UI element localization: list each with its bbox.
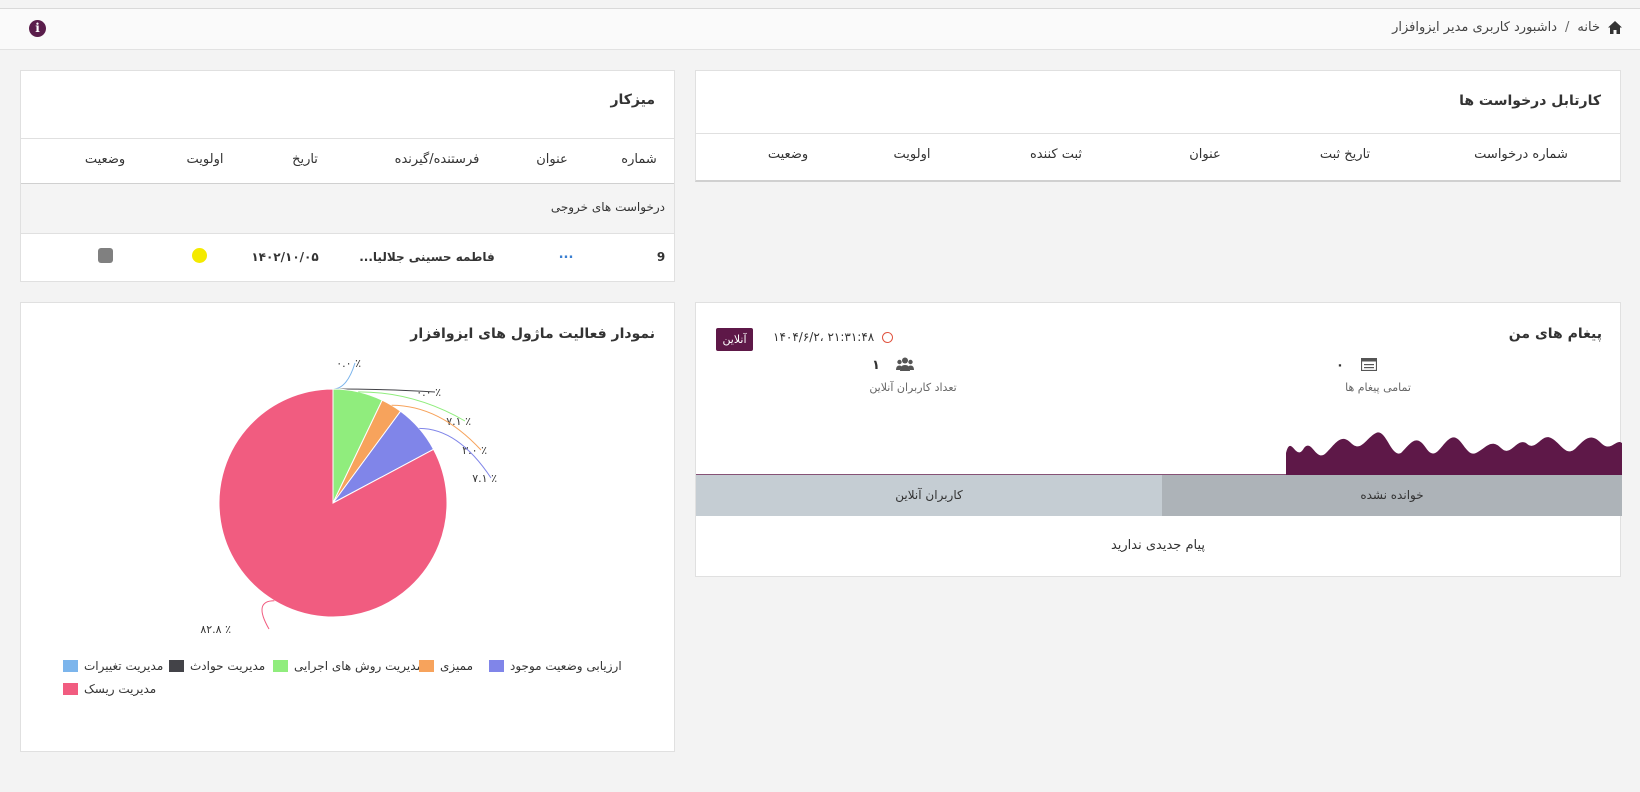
legend-item[interactable]: مدیریت روش های اجرایی xyxy=(273,659,423,673)
desk-col-title[interactable]: عنوان xyxy=(536,152,568,167)
desk-col-status[interactable]: وضعیت xyxy=(85,152,125,167)
kartabl-col-register-date[interactable]: تاریخ ثبت xyxy=(1320,147,1370,162)
datetime-display: ۱۴۰۴/۶/۲، ۲۱:۳۱:۴۸ xyxy=(773,330,894,344)
priority-indicator xyxy=(192,248,207,263)
desk-card: میزکار شماره عنوان فرستنده/گیرنده تاریخ … xyxy=(20,70,675,282)
online-users-count: ۱ xyxy=(872,358,880,373)
legend-swatch xyxy=(273,660,288,672)
pie-data-label: ٪ ۸۲.۸ xyxy=(200,623,231,636)
legend-item[interactable]: مدیریت ریسک xyxy=(63,682,156,696)
kartabl-col-request-number[interactable]: شماره درخواست xyxy=(1474,147,1568,162)
page-title: داشبورد کاربری مدیر ایزوافزار xyxy=(1392,20,1558,35)
tab-unread[interactable]: خوانده نشده xyxy=(1162,475,1622,516)
messages-title: پیغام های من xyxy=(1508,326,1602,342)
legend-label: مدیریت روش های اجرایی xyxy=(294,659,423,673)
status-indicator xyxy=(98,248,113,263)
kartabl-title: کارتابل درخواست ها xyxy=(1459,93,1601,109)
legend-item[interactable]: ارزیابی وضعیت موجود xyxy=(489,659,622,673)
desk-col-number[interactable]: شماره xyxy=(621,152,656,167)
legend-label: مدیریت تغییرات xyxy=(84,659,164,673)
desk-row-divider xyxy=(21,233,674,234)
row-date: ۱۴۰۲/۱۰/۰۵ xyxy=(251,250,319,264)
kartabl-col-priority[interactable]: اولویت xyxy=(894,147,931,162)
kartabl-divider xyxy=(696,133,1620,134)
legend-label: ارزیابی وضعیت موجود xyxy=(510,659,622,673)
requests-kartabl-card: کارتابل درخواست ها شماره درخواست تاریخ ث… xyxy=(695,70,1621,182)
pie-data-label: ٪ ۰.۰ xyxy=(336,357,361,370)
row-title-link[interactable]: ... xyxy=(559,247,574,262)
desk-divider xyxy=(21,138,674,139)
wave-decoration xyxy=(696,432,1622,478)
pie-data-label: ٪ ۰.۰ xyxy=(416,386,441,399)
kartabl-col-status[interactable]: وضعیت xyxy=(768,147,808,162)
legend-label: مدیریت حوادث xyxy=(190,659,266,673)
outgoing-requests-label: درخواست های خروجی xyxy=(550,200,665,214)
legend-swatch xyxy=(169,660,184,672)
legend-item[interactable]: ممیزی xyxy=(419,659,473,673)
legend-swatch xyxy=(63,660,78,672)
desk-title: میزکار xyxy=(610,92,655,108)
legend-label: ممیزی xyxy=(440,659,473,673)
pie-label-connector xyxy=(261,600,275,630)
legend-swatch xyxy=(419,660,434,672)
kartabl-col-title[interactable]: عنوان xyxy=(1189,147,1221,162)
pie-data-label: ٪ ۳.۰ xyxy=(462,444,487,457)
online-users-label: تعداد کاربران آنلاین xyxy=(869,381,957,394)
users-group-icon xyxy=(896,357,914,371)
legend-label: مدیریت ریسک xyxy=(84,682,157,696)
breadcrumb-separator: / xyxy=(1565,20,1570,35)
outgoing-requests-section: درخواست های خروجی xyxy=(21,184,674,233)
row-number: 9 xyxy=(656,250,666,264)
online-badge: آنلاین xyxy=(716,328,753,351)
desk-col-date[interactable]: تاریخ xyxy=(292,152,318,167)
all-messages-count: ۰ xyxy=(1336,358,1344,373)
legend-item[interactable]: مدیریت تغییرات xyxy=(63,659,163,673)
legend-swatch xyxy=(63,683,78,695)
pie-data-label: ٪ ۷.۱ xyxy=(472,472,497,485)
breadcrumb: خانه / داشبورد کاربری مدیر ایزوافزار xyxy=(1392,20,1622,35)
breadcrumb-home[interactable]: خانه xyxy=(1577,20,1600,35)
info-icon[interactable]: i xyxy=(29,20,46,37)
clock-icon xyxy=(882,331,894,343)
top-bar: خانه / داشبورد کاربری مدیر ایزوافزار i xyxy=(0,9,1640,50)
kartabl-col-registrar[interactable]: ثبت کننده xyxy=(1030,147,1082,162)
message-list-icon xyxy=(1361,358,1377,371)
datetime-text: ۱۴۰۴/۶/۲، ۲۱:۳۱:۴۸ xyxy=(773,330,875,344)
pie-data-label: ٪ ۷.۱ xyxy=(446,415,471,428)
module-activity-chart-card: نمودار فعالیت ماژول های ایزوافزار ٪ ۰.۰ ٪… xyxy=(20,302,675,752)
desk-col-sender-receiver[interactable]: فرستنده/گیرنده xyxy=(395,152,480,167)
desk-col-priority[interactable]: اولویت xyxy=(187,152,224,167)
tab-online-users[interactable]: کاربران آنلاین xyxy=(696,475,1162,516)
home-icon[interactable] xyxy=(1608,21,1622,34)
no-new-messages-text: پیام جدیدی ندارید xyxy=(1110,538,1206,553)
messages-tabs: خوانده نشده کاربران آنلاین xyxy=(696,475,1622,516)
row-sender: فاطمه حسینی جلالیا... xyxy=(359,250,495,264)
legend-item[interactable]: مدیریت حوادث xyxy=(169,659,265,673)
all-messages-label: تمامی پیغام ها xyxy=(1345,381,1411,394)
legend-swatch xyxy=(489,660,504,672)
my-messages-card: پیغام های من آنلاین ۱۴۰۴/۶/۲، ۲۱:۳۱:۴۸ ۰… xyxy=(695,302,1622,577)
